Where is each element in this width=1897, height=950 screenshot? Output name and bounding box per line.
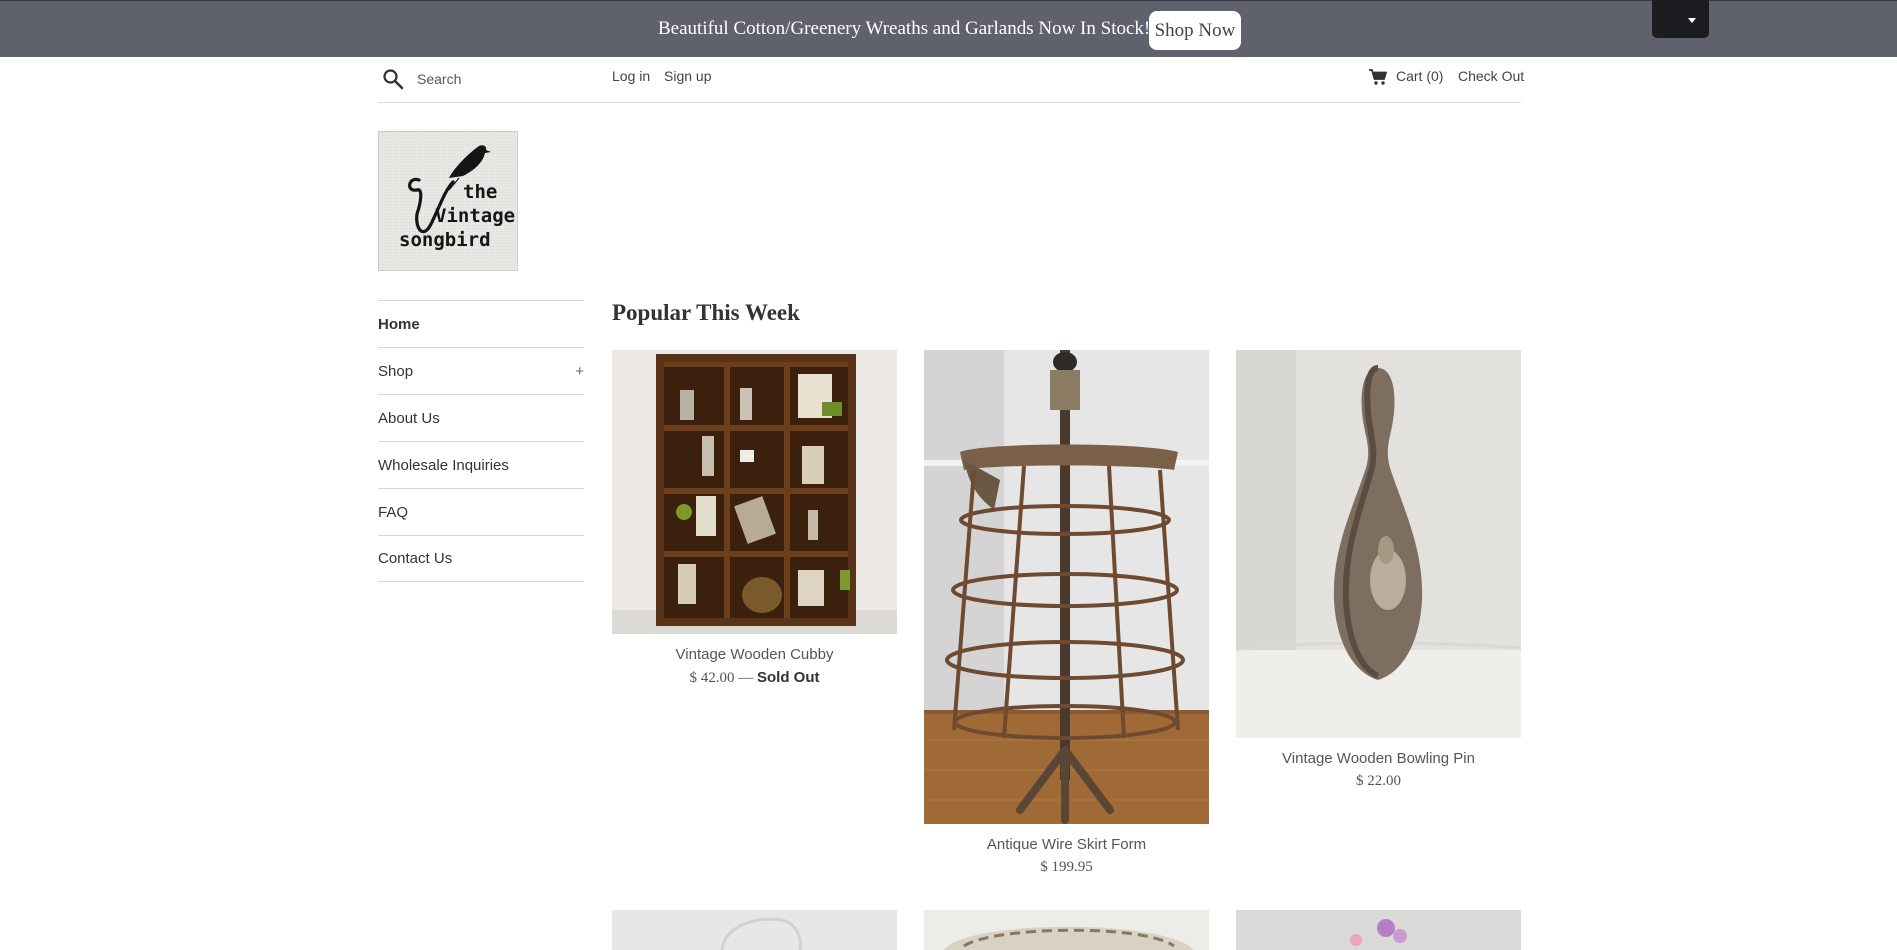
product-image-partial[interactable] [1236,910,1521,950]
product-price-line: $ 42.00 — Sold Out [612,669,897,687]
product-image-wire-skirt-form[interactable] [924,350,1209,824]
sidebar-nav: Home Shop + About Us Wholesale Inquiries… [378,300,584,582]
sidebar-item-contact-us[interactable]: Contact Us [378,535,584,582]
sidebar-item-label: Home [378,315,420,333]
cart-link[interactable]: Cart (0) [1396,68,1443,84]
sidebar-item-faq[interactable]: FAQ [378,488,584,535]
store-logo[interactable]: the Vintage songbird [378,131,518,271]
sidebar-item-home[interactable]: Home [378,300,584,347]
search-icon[interactable] [382,68,404,90]
shop-now-button[interactable]: Shop Now [1149,11,1241,50]
product-image-bowling-pin[interactable] [1236,350,1521,738]
partial-image [1236,910,1521,950]
partial-image [924,910,1209,950]
login-link[interactable]: Log in [612,68,650,84]
sold-out-label: Sold Out [757,669,820,686]
logo-word-the: the [463,181,497,203]
caret-down-icon [1688,18,1696,23]
plus-icon[interactable]: + [575,363,584,380]
product-card[interactable]: Antique Wire Skirt Form $ 199.95 [924,350,1209,876]
sidebar-item-label: Shop [378,362,414,380]
cart-icon[interactable] [1368,68,1388,86]
search-input[interactable] [417,67,577,91]
product-price: $ 22.00 [1356,773,1401,789]
sidebar-item-label: Contact Us [378,550,453,567]
announcement-bar: Beautiful Cotton/Greenery Wreaths and Ga… [0,0,1897,57]
sidebar-item-about-us[interactable]: About Us [378,394,584,441]
price-separator: — [734,670,757,686]
sidebar-item-wholesale-inquiries[interactable]: Wholesale Inquiries [378,441,584,488]
signup-link[interactable]: Sign up [664,68,711,84]
sidebar-item-shop[interactable]: Shop + [378,347,584,394]
product-image-partial[interactable] [612,910,897,950]
product-price: $ 42.00 [689,670,735,686]
product-image-partial[interactable] [924,910,1209,950]
sidebar-item-label: Wholesale Inquiries [378,456,509,474]
logo-word-songbird: songbird [399,229,491,251]
section-title: Popular This Week [612,300,800,325]
songbird-logo-image: the Vintage songbird [379,132,517,270]
product-price: $ 199.95 [1040,859,1093,875]
product-name[interactable]: Antique Wire Skirt Form [924,836,1209,853]
partial-image [612,910,897,950]
logo-word-vintage: Vintage [435,205,515,227]
product-name[interactable]: Vintage Wooden Bowling Pin [1236,750,1521,767]
currency-selector[interactable] [1652,0,1709,38]
product-name[interactable]: Vintage Wooden Cubby [612,646,897,663]
product-card[interactable]: Vintage Wooden Bowling Pin $ 22.00 [1236,350,1521,790]
sidebar-item-label: FAQ [378,503,409,521]
product-image-wooden-cubby[interactable] [612,350,897,634]
header-utility-bar: Log in Sign up Cart (0) Check Out [378,57,1524,103]
announcement-text: Beautiful Cotton/Greenery Wreaths and Ga… [658,18,1151,39]
product-card[interactable]: Vintage Wooden Cubby $ 42.00 — Sold Out [612,350,897,687]
sidebar-item-label: About Us [378,409,440,427]
checkout-link[interactable]: Check Out [1458,68,1524,84]
